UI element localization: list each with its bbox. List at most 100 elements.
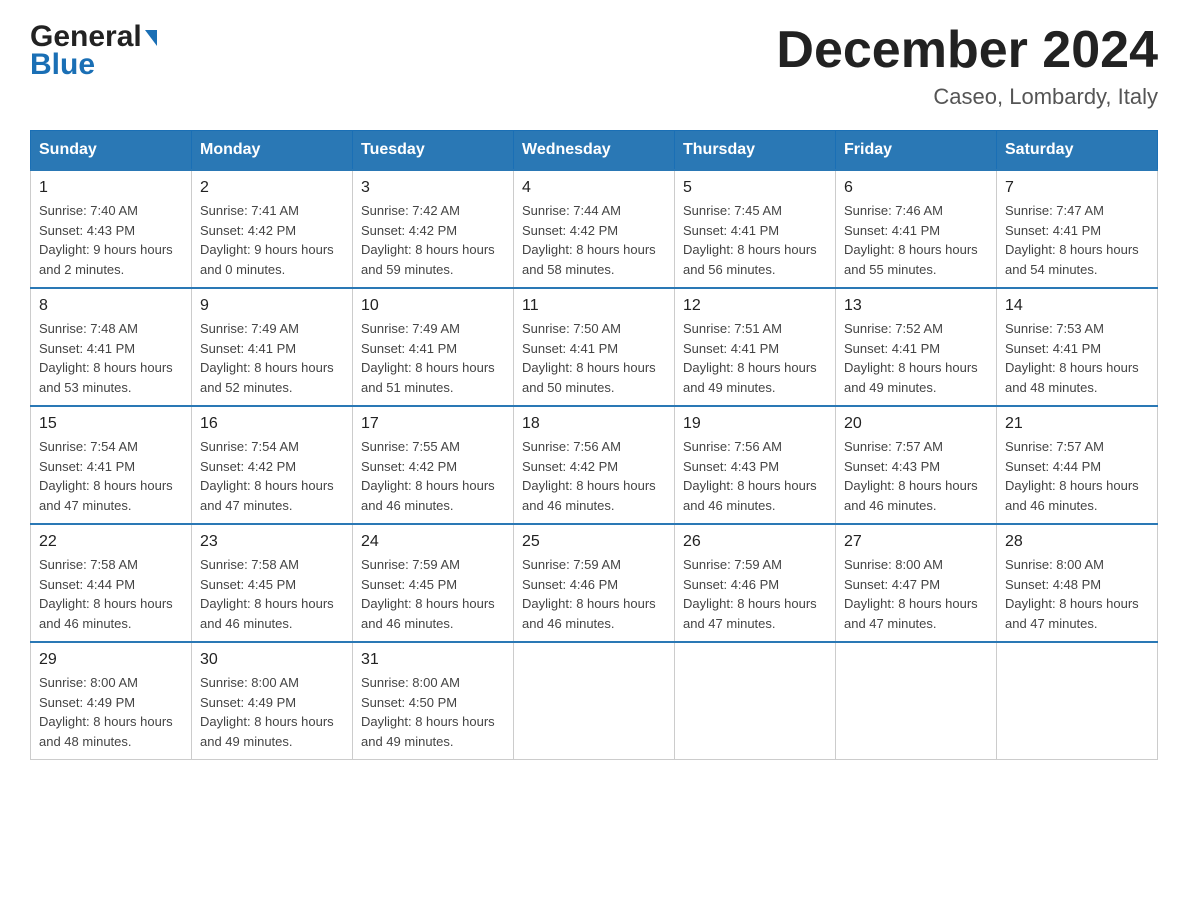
day-number: 13 bbox=[844, 297, 988, 315]
calendar-week-row: 15 Sunrise: 7:54 AMSunset: 4:41 PMDaylig… bbox=[31, 406, 1158, 524]
day-number: 3 bbox=[361, 179, 505, 197]
day-info: Sunrise: 8:00 AMSunset: 4:49 PMDaylight:… bbox=[200, 675, 334, 749]
day-number: 7 bbox=[1005, 179, 1149, 197]
day-info: Sunrise: 7:51 AMSunset: 4:41 PMDaylight:… bbox=[683, 321, 817, 395]
calendar-week-row: 29 Sunrise: 8:00 AMSunset: 4:49 PMDaylig… bbox=[31, 642, 1158, 760]
calendar-cell bbox=[997, 642, 1158, 760]
calendar-cell: 14 Sunrise: 7:53 AMSunset: 4:41 PMDaylig… bbox=[997, 288, 1158, 406]
logo-blue: Blue bbox=[30, 48, 95, 82]
day-info: Sunrise: 7:57 AMSunset: 4:44 PMDaylight:… bbox=[1005, 439, 1139, 513]
day-number: 11 bbox=[522, 297, 666, 315]
day-number: 9 bbox=[200, 297, 344, 315]
day-number: 24 bbox=[361, 533, 505, 551]
logo-triangle-icon bbox=[145, 30, 157, 46]
calendar-header-row: SundayMondayTuesdayWednesdayThursdayFrid… bbox=[31, 131, 1158, 171]
calendar-cell: 7 Sunrise: 7:47 AMSunset: 4:41 PMDayligh… bbox=[997, 170, 1158, 288]
calendar-cell: 17 Sunrise: 7:55 AMSunset: 4:42 PMDaylig… bbox=[353, 406, 514, 524]
day-info: Sunrise: 7:57 AMSunset: 4:43 PMDaylight:… bbox=[844, 439, 978, 513]
header-friday: Friday bbox=[836, 131, 997, 171]
header-tuesday: Tuesday bbox=[353, 131, 514, 171]
day-info: Sunrise: 7:59 AMSunset: 4:46 PMDaylight:… bbox=[683, 557, 817, 631]
calendar-cell: 30 Sunrise: 8:00 AMSunset: 4:49 PMDaylig… bbox=[192, 642, 353, 760]
calendar-cell: 29 Sunrise: 8:00 AMSunset: 4:49 PMDaylig… bbox=[31, 642, 192, 760]
calendar-cell: 27 Sunrise: 8:00 AMSunset: 4:47 PMDaylig… bbox=[836, 524, 997, 642]
day-info: Sunrise: 8:00 AMSunset: 4:49 PMDaylight:… bbox=[39, 675, 173, 749]
calendar-cell: 4 Sunrise: 7:44 AMSunset: 4:42 PMDayligh… bbox=[514, 170, 675, 288]
header-wednesday: Wednesday bbox=[514, 131, 675, 171]
logo: General Blue bbox=[30, 20, 157, 82]
day-number: 16 bbox=[200, 415, 344, 433]
day-info: Sunrise: 7:44 AMSunset: 4:42 PMDaylight:… bbox=[522, 203, 656, 277]
calendar-cell bbox=[675, 642, 836, 760]
calendar-cell: 22 Sunrise: 7:58 AMSunset: 4:44 PMDaylig… bbox=[31, 524, 192, 642]
day-info: Sunrise: 7:55 AMSunset: 4:42 PMDaylight:… bbox=[361, 439, 495, 513]
page-header: General Blue December 2024 Caseo, Lombar… bbox=[30, 20, 1158, 110]
calendar-table: SundayMondayTuesdayWednesdayThursdayFrid… bbox=[30, 130, 1158, 760]
day-info: Sunrise: 7:49 AMSunset: 4:41 PMDaylight:… bbox=[200, 321, 334, 395]
calendar-cell: 23 Sunrise: 7:58 AMSunset: 4:45 PMDaylig… bbox=[192, 524, 353, 642]
calendar-cell: 18 Sunrise: 7:56 AMSunset: 4:42 PMDaylig… bbox=[514, 406, 675, 524]
day-number: 20 bbox=[844, 415, 988, 433]
day-info: Sunrise: 7:56 AMSunset: 4:42 PMDaylight:… bbox=[522, 439, 656, 513]
header-thursday: Thursday bbox=[675, 131, 836, 171]
day-number: 5 bbox=[683, 179, 827, 197]
day-number: 25 bbox=[522, 533, 666, 551]
header-monday: Monday bbox=[192, 131, 353, 171]
day-number: 23 bbox=[200, 533, 344, 551]
day-number: 14 bbox=[1005, 297, 1149, 315]
calendar-cell: 15 Sunrise: 7:54 AMSunset: 4:41 PMDaylig… bbox=[31, 406, 192, 524]
day-info: Sunrise: 7:58 AMSunset: 4:45 PMDaylight:… bbox=[200, 557, 334, 631]
day-info: Sunrise: 8:00 AMSunset: 4:47 PMDaylight:… bbox=[844, 557, 978, 631]
day-info: Sunrise: 7:56 AMSunset: 4:43 PMDaylight:… bbox=[683, 439, 817, 513]
day-info: Sunrise: 7:48 AMSunset: 4:41 PMDaylight:… bbox=[39, 321, 173, 395]
location: Caseo, Lombardy, Italy bbox=[776, 84, 1158, 110]
header-sunday: Sunday bbox=[31, 131, 192, 171]
day-number: 18 bbox=[522, 415, 666, 433]
calendar-week-row: 1 Sunrise: 7:40 AMSunset: 4:43 PMDayligh… bbox=[31, 170, 1158, 288]
day-info: Sunrise: 8:00 AMSunset: 4:48 PMDaylight:… bbox=[1005, 557, 1139, 631]
day-info: Sunrise: 7:59 AMSunset: 4:46 PMDaylight:… bbox=[522, 557, 656, 631]
day-number: 17 bbox=[361, 415, 505, 433]
day-info: Sunrise: 7:59 AMSunset: 4:45 PMDaylight:… bbox=[361, 557, 495, 631]
title-area: December 2024 Caseo, Lombardy, Italy bbox=[776, 20, 1158, 110]
calendar-cell: 20 Sunrise: 7:57 AMSunset: 4:43 PMDaylig… bbox=[836, 406, 997, 524]
calendar-week-row: 22 Sunrise: 7:58 AMSunset: 4:44 PMDaylig… bbox=[31, 524, 1158, 642]
day-info: Sunrise: 7:41 AMSunset: 4:42 PMDaylight:… bbox=[200, 203, 334, 277]
day-info: Sunrise: 7:46 AMSunset: 4:41 PMDaylight:… bbox=[844, 203, 978, 277]
day-number: 22 bbox=[39, 533, 183, 551]
month-title: December 2024 bbox=[776, 20, 1158, 80]
day-number: 30 bbox=[200, 651, 344, 669]
calendar-cell: 3 Sunrise: 7:42 AMSunset: 4:42 PMDayligh… bbox=[353, 170, 514, 288]
day-number: 27 bbox=[844, 533, 988, 551]
day-info: Sunrise: 7:45 AMSunset: 4:41 PMDaylight:… bbox=[683, 203, 817, 277]
day-info: Sunrise: 8:00 AMSunset: 4:50 PMDaylight:… bbox=[361, 675, 495, 749]
day-info: Sunrise: 7:52 AMSunset: 4:41 PMDaylight:… bbox=[844, 321, 978, 395]
calendar-cell bbox=[514, 642, 675, 760]
day-number: 19 bbox=[683, 415, 827, 433]
calendar-cell: 8 Sunrise: 7:48 AMSunset: 4:41 PMDayligh… bbox=[31, 288, 192, 406]
day-number: 15 bbox=[39, 415, 183, 433]
day-info: Sunrise: 7:54 AMSunset: 4:42 PMDaylight:… bbox=[200, 439, 334, 513]
calendar-cell: 2 Sunrise: 7:41 AMSunset: 4:42 PMDayligh… bbox=[192, 170, 353, 288]
day-number: 6 bbox=[844, 179, 988, 197]
calendar-cell: 13 Sunrise: 7:52 AMSunset: 4:41 PMDaylig… bbox=[836, 288, 997, 406]
day-info: Sunrise: 7:42 AMSunset: 4:42 PMDaylight:… bbox=[361, 203, 495, 277]
day-number: 4 bbox=[522, 179, 666, 197]
day-info: Sunrise: 7:47 AMSunset: 4:41 PMDaylight:… bbox=[1005, 203, 1139, 277]
calendar-cell: 6 Sunrise: 7:46 AMSunset: 4:41 PMDayligh… bbox=[836, 170, 997, 288]
day-number: 2 bbox=[200, 179, 344, 197]
day-number: 8 bbox=[39, 297, 183, 315]
calendar-cell: 10 Sunrise: 7:49 AMSunset: 4:41 PMDaylig… bbox=[353, 288, 514, 406]
day-number: 29 bbox=[39, 651, 183, 669]
day-info: Sunrise: 7:40 AMSunset: 4:43 PMDaylight:… bbox=[39, 203, 173, 277]
day-number: 1 bbox=[39, 179, 183, 197]
day-info: Sunrise: 7:50 AMSunset: 4:41 PMDaylight:… bbox=[522, 321, 656, 395]
calendar-cell bbox=[836, 642, 997, 760]
calendar-cell: 1 Sunrise: 7:40 AMSunset: 4:43 PMDayligh… bbox=[31, 170, 192, 288]
calendar-cell: 26 Sunrise: 7:59 AMSunset: 4:46 PMDaylig… bbox=[675, 524, 836, 642]
calendar-cell: 12 Sunrise: 7:51 AMSunset: 4:41 PMDaylig… bbox=[675, 288, 836, 406]
day-number: 10 bbox=[361, 297, 505, 315]
calendar-week-row: 8 Sunrise: 7:48 AMSunset: 4:41 PMDayligh… bbox=[31, 288, 1158, 406]
calendar-cell: 21 Sunrise: 7:57 AMSunset: 4:44 PMDaylig… bbox=[997, 406, 1158, 524]
day-number: 12 bbox=[683, 297, 827, 315]
